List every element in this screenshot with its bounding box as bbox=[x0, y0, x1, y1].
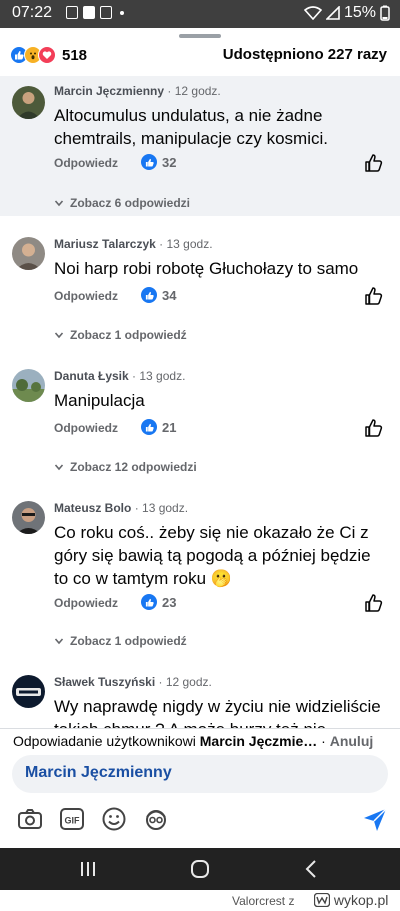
comment-author[interactable]: Mariusz Talarczyk bbox=[54, 237, 156, 251]
home-icon[interactable] bbox=[190, 859, 210, 879]
comments-sheet[interactable]: 518 Udostępniono 227 razy Marcin Jęczmie… bbox=[0, 28, 400, 728]
comment-likes[interactable]: 32 bbox=[141, 154, 176, 170]
avatar[interactable] bbox=[12, 86, 45, 119]
watermark-site: wykop.pl bbox=[313, 892, 388, 908]
recent-apps-icon[interactable] bbox=[79, 860, 97, 878]
share-count[interactable]: Udostępniono 227 razy bbox=[223, 46, 387, 63]
reply-composer: Odpowiadanie użytkownikowi Marcin Jęczmi… bbox=[0, 728, 400, 848]
comment-likes[interactable]: 23 bbox=[141, 594, 176, 610]
reply-target: Marcin Jęczmie… bbox=[199, 733, 318, 749]
send-icon[interactable] bbox=[361, 805, 389, 833]
comment-text: Altocumulus undulatus, a nie żadne chemt… bbox=[54, 106, 328, 148]
comment-author[interactable]: Sławek Tuszyński bbox=[54, 675, 155, 689]
avatar[interactable] bbox=[12, 237, 45, 270]
comment-mateusz: Mateusz Bolo · 13 godz. Co roku coś.. że… bbox=[0, 492, 400, 622]
like-reaction-icon bbox=[141, 419, 157, 435]
reply-button[interactable]: Odpowiedz bbox=[54, 596, 118, 610]
comment-text: Co roku coś.. żeby się nie okazało że Ci… bbox=[54, 523, 371, 588]
drag-handle[interactable] bbox=[179, 34, 221, 38]
battery-icon bbox=[380, 5, 390, 21]
watermark: Valorcrest z wykop.pl bbox=[0, 890, 400, 911]
comment-text: Wy naprawdę nigdy w życiu nie widzieliśc… bbox=[54, 697, 381, 728]
svg-text:GIF: GIF bbox=[65, 816, 81, 826]
chevron-down-icon bbox=[54, 200, 64, 207]
watermark-creator: Valorcrest z bbox=[232, 894, 295, 908]
emoji-icon[interactable] bbox=[100, 805, 128, 833]
camera-icon[interactable] bbox=[16, 805, 44, 833]
comment-text: Manipulacja bbox=[54, 391, 145, 410]
like-count: 32 bbox=[162, 154, 177, 170]
like-count: 23 bbox=[162, 594, 177, 610]
comment-slawek: Sławek Tuszyński · 12 godz. Wy naprawdę … bbox=[0, 666, 400, 728]
mention-tag: Marcin Jęczmienny bbox=[25, 764, 172, 781]
comment-time: · 12 godz. bbox=[167, 84, 221, 98]
status-bar: 07:22 15% bbox=[0, 0, 400, 28]
comment-text: Noi harp robi robotę Głuchołazy to samo bbox=[54, 259, 359, 278]
chevron-down-icon bbox=[54, 638, 64, 645]
comment-time: · 13 godz. bbox=[134, 501, 189, 515]
cancel-reply-button[interactable]: Anuluj bbox=[330, 733, 374, 749]
gif-icon[interactable]: GIF bbox=[58, 805, 86, 833]
love-reaction-icon bbox=[38, 46, 56, 64]
comment-likes[interactable]: 34 bbox=[141, 287, 176, 303]
chevron-down-icon bbox=[54, 464, 64, 471]
composer-toolbar: GIF bbox=[0, 803, 400, 837]
comment-time: · 13 godz. bbox=[159, 237, 213, 251]
comment-marcin: Marcin Jęczmienny · 12 godz. Altocumulus… bbox=[0, 76, 400, 216]
system-nav-bar bbox=[0, 848, 400, 890]
wifi-icon bbox=[303, 6, 322, 20]
like-reaction-icon bbox=[141, 287, 157, 303]
view-replies-button[interactable]: Zobacz 1 odpowiedź bbox=[54, 634, 187, 648]
comment-author[interactable]: Marcin Jęczmienny bbox=[54, 84, 164, 98]
like-reaction-icon bbox=[141, 154, 157, 170]
reply-button[interactable]: Odpowiedz bbox=[54, 421, 118, 435]
like-button-icon[interactable] bbox=[364, 286, 384, 306]
battery-percent: 15% bbox=[343, 4, 376, 21]
status-time: 07:22 bbox=[12, 4, 53, 21]
reply-button[interactable]: Odpowiedz bbox=[54, 156, 118, 170]
reactions-summary[interactable]: 518 bbox=[10, 46, 87, 64]
like-reaction-icon bbox=[141, 594, 157, 610]
avatar-sticker-icon[interactable] bbox=[142, 805, 170, 833]
like-count: 21 bbox=[162, 419, 177, 435]
comment-input[interactable]: Marcin Jęczmienny bbox=[12, 755, 388, 793]
like-button-icon[interactable] bbox=[364, 418, 384, 438]
like-button-icon[interactable] bbox=[364, 593, 384, 613]
replying-to-bar: Odpowiadanie użytkownikowi Marcin Jęczmi… bbox=[13, 733, 374, 749]
avatar[interactable] bbox=[12, 501, 45, 534]
comment-time: · 13 godz. bbox=[132, 369, 186, 383]
reply-button[interactable]: Odpowiedz bbox=[54, 289, 118, 303]
wykop-logo-icon bbox=[313, 892, 331, 908]
signal-icon bbox=[325, 6, 340, 20]
avatar[interactable] bbox=[12, 675, 45, 708]
comment-time: · 12 godz. bbox=[158, 675, 212, 689]
comment-likes[interactable]: 21 bbox=[141, 419, 176, 435]
avatar[interactable] bbox=[12, 369, 45, 402]
checkbox-notification-icon bbox=[100, 6, 112, 19]
comment-author[interactable]: Mateusz Bolo bbox=[54, 501, 131, 515]
gallery-notification-icon bbox=[66, 6, 78, 19]
comment-author[interactable]: Danuta Łysik bbox=[54, 369, 129, 383]
view-replies-button[interactable]: Zobacz 1 odpowiedź bbox=[54, 328, 187, 342]
more-notifications-icon bbox=[120, 10, 124, 15]
like-count: 34 bbox=[162, 287, 177, 303]
chevron-down-icon bbox=[54, 332, 64, 339]
view-replies-button[interactable]: Zobacz 6 odpowiedzi bbox=[54, 196, 190, 210]
back-icon[interactable] bbox=[304, 859, 318, 879]
reaction-count: 518 bbox=[62, 46, 88, 64]
view-replies-button[interactable]: Zobacz 12 odpowiedzi bbox=[54, 460, 197, 474]
like-button-icon[interactable] bbox=[364, 153, 384, 173]
image-notification-icon bbox=[83, 6, 95, 19]
